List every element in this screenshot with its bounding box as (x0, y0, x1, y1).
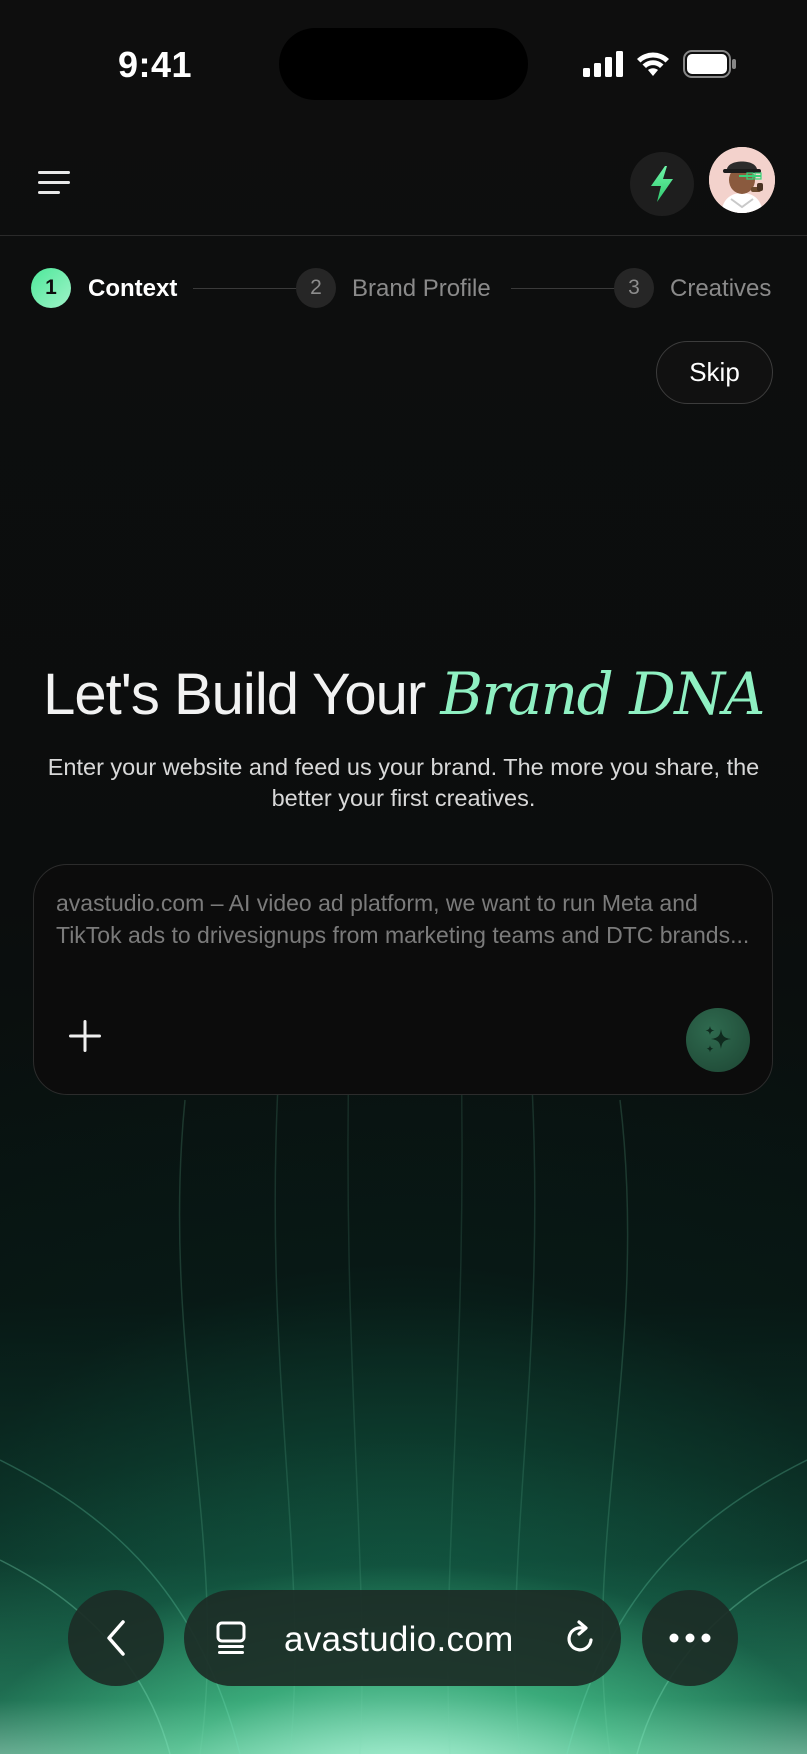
cellular-signal-icon (583, 51, 623, 77)
step-3-number: 3 (614, 268, 654, 308)
more-dots-icon (669, 1633, 711, 1643)
onboarding-stepper: 1 Context 2 Brand Profile 3 Creatives (31, 268, 781, 310)
title-plain: Let's Build Your (43, 662, 426, 727)
plus-icon (69, 1020, 101, 1052)
menu-button[interactable] (38, 168, 74, 198)
step-1-label[interactable]: Context (88, 275, 177, 303)
brand-context-composer (33, 864, 773, 1095)
page-subtitle: Enter your website and feed us your bran… (47, 754, 760, 811)
credits-button[interactable] (630, 152, 694, 216)
step-3-label[interactable]: Creatives (670, 275, 771, 303)
skip-button[interactable]: Skip (656, 341, 773, 404)
tabs-icon[interactable] (212, 1618, 252, 1658)
browser-back-button[interactable] (68, 1590, 164, 1686)
browser-more-button[interactable] (642, 1590, 738, 1686)
browser-url-bar[interactable]: avastudio.com (184, 1590, 621, 1686)
step-1-number: 1 (31, 268, 71, 308)
page-title: Let's Build Your Brand DNA (0, 660, 807, 728)
wifi-icon (637, 52, 669, 76)
step-2-number: 2 (296, 268, 336, 308)
generate-button[interactable] (686, 1008, 750, 1072)
chevron-left-icon (107, 1620, 125, 1656)
step-connector (193, 288, 310, 289)
avatar[interactable] (709, 147, 775, 213)
app-header (0, 130, 807, 236)
reload-icon[interactable] (561, 1618, 601, 1658)
status-icons (583, 50, 737, 78)
battery-icon (683, 50, 736, 78)
sparkles-icon (705, 1026, 731, 1053)
dynamic-island (279, 28, 528, 100)
brand-context-input[interactable] (56, 887, 756, 987)
lightning-bolt-icon (651, 166, 673, 202)
step-connector (511, 288, 629, 289)
title-accent: Brand DNA (440, 660, 765, 728)
hamburger-menu-icon (38, 171, 70, 194)
status-time: 9:41 (118, 44, 193, 85)
step-2-label[interactable]: Brand Profile (352, 275, 491, 303)
user-avatar-image (709, 147, 775, 213)
status-bar: 9:41 (0, 0, 807, 120)
attach-button[interactable] (64, 1015, 106, 1057)
url-text: avastudio.com (284, 1620, 514, 1659)
